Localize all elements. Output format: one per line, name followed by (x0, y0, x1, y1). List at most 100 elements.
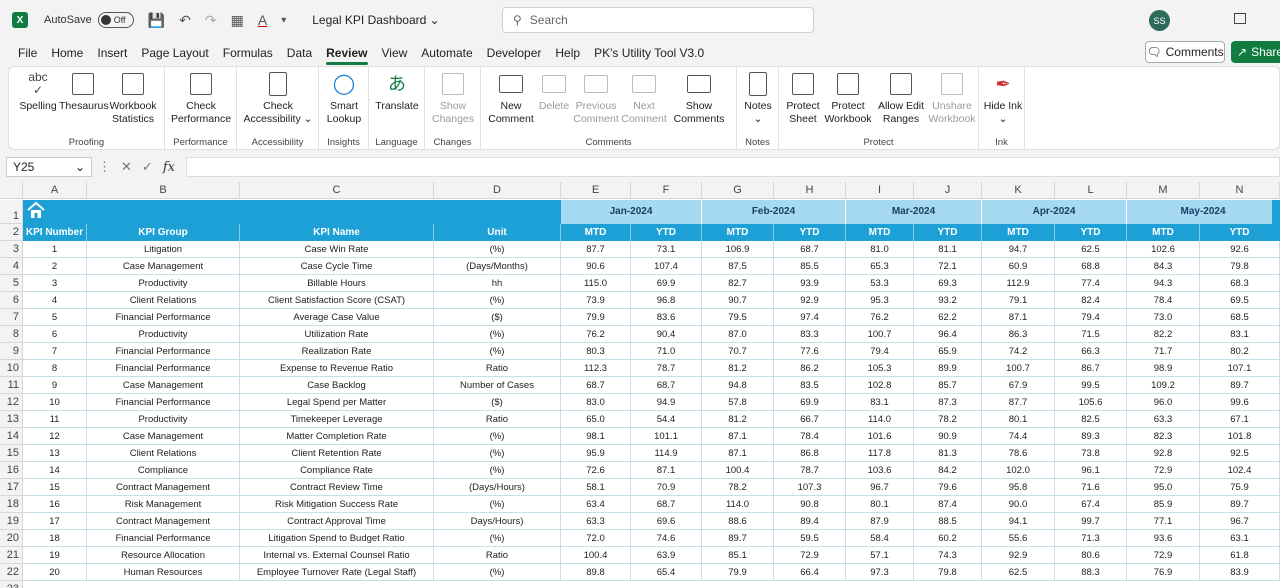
kpi-group-cell[interactable]: Case Management (87, 258, 240, 275)
ytd-value-cell[interactable]: 77.4 (1055, 275, 1127, 292)
ytd-value-cell[interactable]: 114.9 (631, 445, 702, 462)
ytd-value-cell[interactable]: 65.4 (631, 564, 702, 581)
mtd-value-cell[interactable]: 79.5 (702, 309, 774, 326)
unit-cell[interactable]: (%) (434, 326, 561, 343)
unit-cell[interactable]: (%) (434, 445, 561, 462)
mtd-value-cell[interactable]: 115.0 (561, 275, 631, 292)
tab-pk-utility[interactable]: PK's Utility Tool V3.0 (594, 42, 704, 64)
mtd-value-cell[interactable]: 65.3 (846, 258, 914, 275)
mtd-value-cell[interactable]: 72.9 (1127, 462, 1200, 479)
mtd-value-cell[interactable]: 78.4 (1127, 292, 1200, 309)
mtd-value-cell[interactable]: 102.8 (846, 377, 914, 394)
mtd-value-cell[interactable]: 79.1 (982, 292, 1055, 309)
mtd-value-cell[interactable]: 85.9 (1127, 496, 1200, 513)
kpi-name-cell[interactable]: Billable Hours (240, 275, 434, 292)
column-header[interactable]: J (914, 182, 982, 199)
mtd-value-cell[interactable]: 65.0 (561, 411, 631, 428)
mtd-value-cell[interactable]: 94.7 (982, 241, 1055, 258)
kpi-number-cell[interactable]: 19 (23, 547, 87, 564)
ytd-value-cell[interactable]: 68.5 (1200, 309, 1280, 326)
mtd-value-cell[interactable]: 70.7 (702, 343, 774, 360)
kpi-name-cell[interactable]: Litigation Spend to Budget Ratio (240, 530, 434, 547)
ytd-value-cell[interactable]: 101.8 (1200, 428, 1280, 445)
ytd-value-cell[interactable]: 89.3 (1055, 428, 1127, 445)
mtd-value-cell[interactable]: 95.9 (561, 445, 631, 462)
row-header[interactable]: 1 (0, 200, 23, 224)
mtd-value-cell[interactable]: 112.9 (982, 275, 1055, 292)
row-header[interactable]: 17 (0, 479, 23, 496)
unit-cell[interactable]: (%) (434, 241, 561, 258)
kpi-name-cell[interactable]: Contract Review Time (240, 479, 434, 496)
kpi-number-cell[interactable]: 2 (23, 258, 87, 275)
mtd-value-cell[interactable]: 94.1 (982, 513, 1055, 530)
ytd-value-cell[interactable]: 74.3 (914, 547, 982, 564)
ytd-value-cell[interactable]: 96.8 (631, 292, 702, 309)
document-title[interactable]: Legal KPI Dashboard ⌄ (312, 13, 439, 27)
mtd-value-cell[interactable]: 68.7 (561, 377, 631, 394)
ytd-value-cell[interactable]: 99.5 (1055, 377, 1127, 394)
undo-icon[interactable]: ↶ (179, 12, 191, 29)
ytd-value-cell[interactable]: 78.7 (774, 462, 846, 479)
tab-data[interactable]: Data (287, 42, 312, 64)
kpi-number-cell[interactable]: 17 (23, 513, 87, 530)
ytd-value-cell[interactable]: 93.2 (914, 292, 982, 309)
show-changes-button[interactable]: Show Changes (429, 71, 477, 126)
ytd-value-cell[interactable]: 65.9 (914, 343, 982, 360)
mtd-value-cell[interactable]: 96.0 (1127, 394, 1200, 411)
mtd-value-cell[interactable]: 84.3 (1127, 258, 1200, 275)
ytd-value-cell[interactable]: 99.6 (1200, 394, 1280, 411)
tab-view[interactable]: View (382, 42, 408, 64)
ytd-value-cell[interactable]: 83.5 (774, 377, 846, 394)
kpi-name-cell[interactable]: Client Satisfaction Score (CSAT) (240, 292, 434, 309)
unit-cell[interactable]: (%) (434, 343, 561, 360)
search-box[interactable]: ⚲ Search (502, 7, 814, 33)
mtd-value-cell[interactable]: 78.6 (982, 445, 1055, 462)
kpi-name-cell[interactable]: Average Case Value (240, 309, 434, 326)
unit-cell[interactable]: (%) (434, 496, 561, 513)
mtd-value-cell[interactable]: 95.0 (1127, 479, 1200, 496)
kpi-name-cell[interactable]: Case Backlog (240, 377, 434, 394)
kpi-group-cell[interactable]: Contract Management (87, 479, 240, 496)
kpi-number-cell[interactable]: 11 (23, 411, 87, 428)
ytd-value-cell[interactable]: 90.8 (774, 496, 846, 513)
column-header[interactable]: D (434, 182, 561, 199)
check-accessibility-button[interactable]: Check Accessibility ⌄ (241, 71, 315, 126)
enter-icon[interactable]: ✓ (142, 159, 153, 175)
ytd-value-cell[interactable]: 66.3 (1055, 343, 1127, 360)
kpi-number-cell[interactable]: 1 (23, 241, 87, 258)
mtd-value-cell[interactable]: 55.6 (982, 530, 1055, 547)
ytd-value-cell[interactable]: 82.5 (1055, 411, 1127, 428)
ytd-value-cell[interactable]: 78.2 (914, 411, 982, 428)
kpi-number-cell[interactable]: 14 (23, 462, 87, 479)
mtd-value-cell[interactable]: 109.2 (1127, 377, 1200, 394)
kpi-number-cell[interactable]: 10 (23, 394, 87, 411)
cancel-icon[interactable]: ✕ (121, 159, 132, 175)
unit-cell[interactable]: (Days/Hours) (434, 479, 561, 496)
kpi-name-cell[interactable]: Timekeeper Leverage (240, 411, 434, 428)
ytd-value-cell[interactable]: 88.5 (914, 513, 982, 530)
ytd-value-cell[interactable]: 72.9 (774, 547, 846, 564)
ytd-value-cell[interactable]: 77.6 (774, 343, 846, 360)
ytd-value-cell[interactable]: 69.5 (1200, 292, 1280, 309)
tab-formulas[interactable]: Formulas (223, 42, 273, 64)
ytd-value-cell[interactable]: 99.7 (1055, 513, 1127, 530)
mtd-value-cell[interactable]: 87.5 (702, 258, 774, 275)
column-header[interactable]: G (702, 182, 774, 199)
unit-cell[interactable]: (Days/Months) (434, 258, 561, 275)
ytd-value-cell[interactable]: 92.5 (1200, 445, 1280, 462)
avatar[interactable]: SS (1149, 10, 1170, 31)
kpi-group-cell[interactable]: Productivity (87, 326, 240, 343)
ytd-value-cell[interactable]: 69.9 (774, 394, 846, 411)
formula-input[interactable] (186, 157, 1280, 177)
row-header[interactable]: 8 (0, 326, 23, 343)
ytd-value-cell[interactable]: 102.4 (1200, 462, 1280, 479)
ytd-value-cell[interactable]: 68.7 (774, 241, 846, 258)
ytd-value-cell[interactable]: 71.6 (1055, 479, 1127, 496)
ytd-value-cell[interactable]: 68.7 (631, 496, 702, 513)
row-header[interactable]: 4 (0, 258, 23, 275)
column-header[interactable]: H (774, 182, 846, 199)
autosave-toggle[interactable]: Off (97, 12, 134, 28)
kpi-group-cell[interactable]: Case Management (87, 377, 240, 394)
mtd-value-cell[interactable]: 90.6 (561, 258, 631, 275)
previous-comment-button[interactable]: Previous Comment (573, 71, 619, 126)
